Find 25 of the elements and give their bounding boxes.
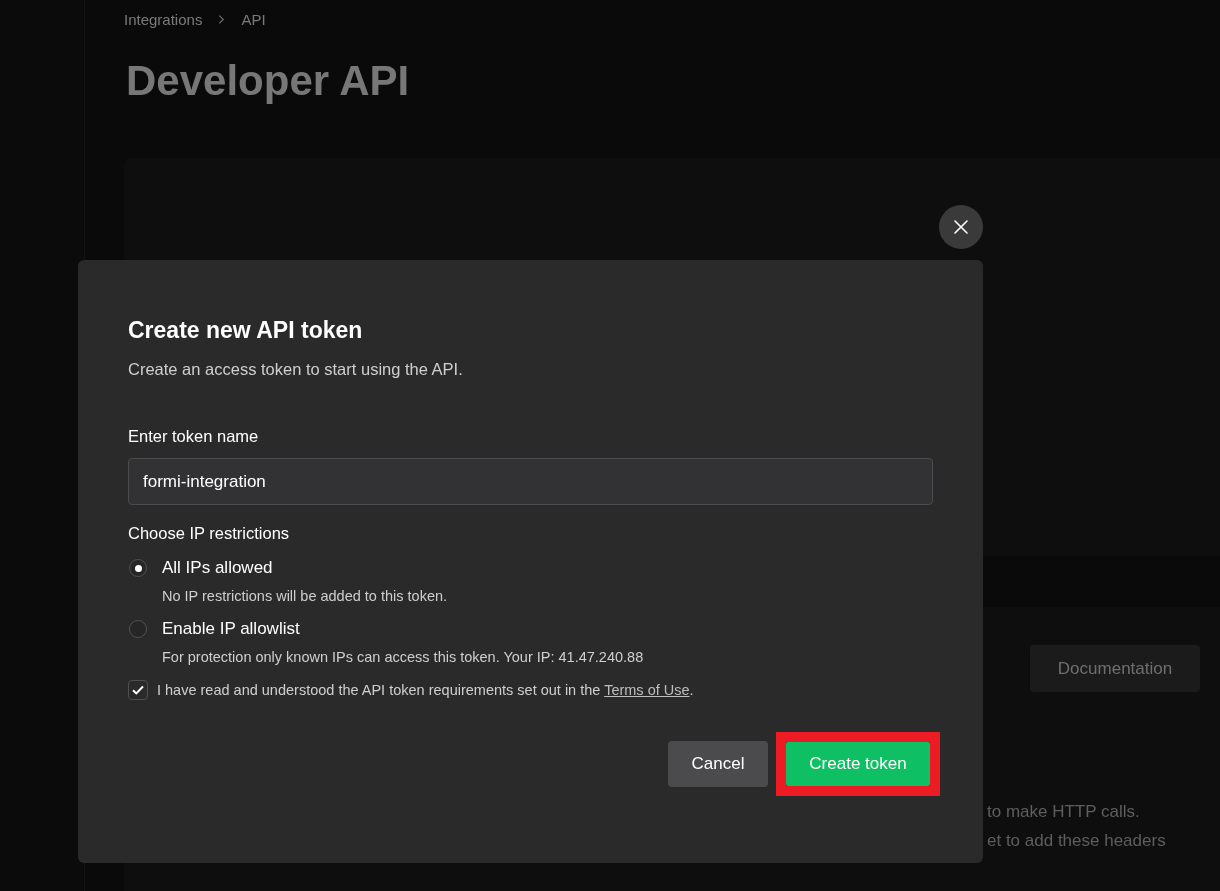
dialog-title: Create new API token (128, 316, 364, 345)
token-name-field[interactable]: formi-integration (128, 458, 933, 505)
body-text: et to add these headers (987, 830, 1167, 852)
documentation-button[interactable]: Documentation (1030, 645, 1200, 692)
close-icon (953, 219, 969, 235)
dialog-subtitle: Create an access token to start using the API. (128, 359, 464, 379)
check-icon (132, 685, 144, 695)
option-label: Enable IP allowlist (162, 619, 301, 639)
field-label: Enter token name (128, 426, 260, 446)
breadcrumb-link[interactable]: Integrations (124, 10, 203, 28)
create-token-button[interactable]: Create token (786, 742, 930, 786)
checkbox[interactable] (128, 680, 148, 700)
section-label: Choose IP restrictions (128, 523, 291, 543)
body-text: to make HTTP calls. (987, 801, 1141, 823)
breadcrumb-link[interactable]: API (241, 10, 266, 28)
radio-button[interactable] (129, 559, 147, 577)
option-label: All IPs allowed (162, 558, 274, 578)
option-description: For protection only known IPs can access this token. Your IP: 41.47.240.88 (162, 648, 644, 666)
terms-link[interactable]: Terms of Use (604, 682, 690, 698)
cancel-button[interactable]: Cancel (668, 741, 768, 787)
terms-text: I have read and understood the API token requirements set out in the Terms of Use. (157, 682, 694, 698)
chevron-icon (218, 13, 226, 25)
option-description: No IP restrictions will be added to this token. (162, 587, 448, 605)
radio-button[interactable] (129, 620, 147, 638)
page-title: Developer API (126, 57, 411, 105)
